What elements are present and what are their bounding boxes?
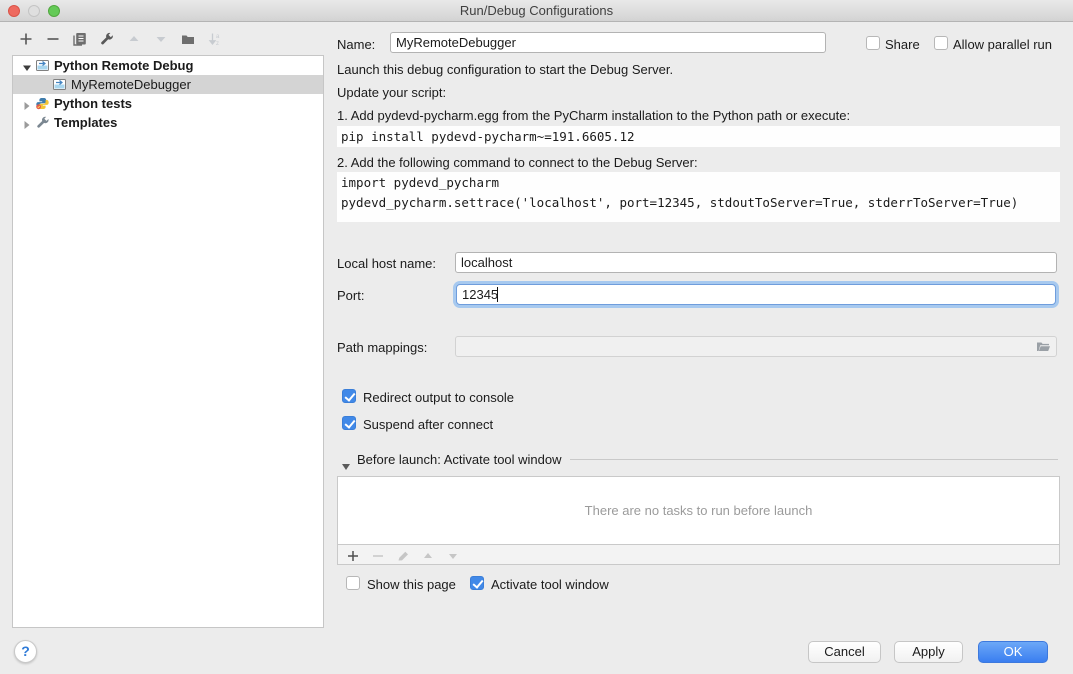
add-task-icon[interactable] (347, 549, 359, 561)
allow-parallel-run-checkbox[interactable] (934, 36, 948, 50)
collapse-arrow-icon[interactable] (22, 61, 32, 71)
show-this-page-label[interactable]: Show this page (367, 577, 456, 592)
tree-item-python-tests[interactable]: Python tests (13, 94, 323, 113)
close-window-button[interactable] (8, 5, 20, 17)
tree-item-python-remote-debug[interactable]: Python Remote Debug (13, 56, 323, 75)
port-input[interactable] (456, 284, 1056, 305)
title-bar[interactable]: Run/Debug Configurations (0, 0, 1073, 22)
expand-arrow-icon[interactable] (22, 99, 32, 109)
activate-tool-window-label[interactable]: Activate tool window (491, 577, 609, 592)
separator-line (570, 459, 1058, 460)
instruction-step-2: 2. Add the following command to connect … (337, 155, 698, 170)
minimize-window-button (28, 5, 40, 17)
before-launch-title: Before launch: Activate tool window (357, 452, 562, 467)
ok-button[interactable]: OK (978, 641, 1048, 663)
show-this-page-checkbox[interactable] (346, 576, 360, 590)
code-line-2: pydevd_pycharm.settrace('localhost', por… (341, 195, 1018, 210)
redirect-output-label[interactable]: Redirect output to console (363, 390, 514, 405)
move-down-icon (154, 32, 168, 46)
remove-task-icon (372, 549, 384, 561)
move-up-icon (127, 32, 141, 46)
tree-item-label: Python Remote Debug (54, 58, 193, 73)
collapse-arrow-icon[interactable] (342, 457, 350, 463)
tree-item-templates[interactable]: Templates (13, 113, 323, 132)
configurations-tree: Python Remote Debug MyRemoteDebugger Pyt… (12, 55, 324, 628)
path-mappings-label: Path mappings: (337, 340, 427, 355)
cancel-button[interactable]: Cancel (808, 641, 881, 663)
instruction-step-1: 1. Add pydevd-pycharm.egg from the PyCha… (337, 108, 850, 123)
tree-item-label: Templates (54, 115, 117, 130)
empty-task-message: There are no tasks to run before launch (585, 503, 813, 518)
help-button[interactable]: ? (14, 640, 37, 663)
copy-configuration-icon[interactable] (73, 32, 87, 46)
redirect-output-checkbox[interactable] (342, 389, 356, 403)
tree-item-label: MyRemoteDebugger (71, 77, 191, 92)
allow-parallel-run-label[interactable]: Allow parallel run (953, 37, 1052, 52)
instruction-line-2: Update your script: (337, 85, 446, 100)
instruction-line-1: Launch this debug configuration to start… (337, 62, 673, 77)
suspend-after-connect-label[interactable]: Suspend after connect (363, 417, 493, 432)
window-title: Run/Debug Configurations (460, 3, 613, 18)
svg-text:a: a (216, 34, 220, 40)
run-debug-configurations-dialog: Run/Debug Configurations az (0, 0, 1073, 674)
zoom-window-button[interactable] (48, 5, 60, 17)
name-input[interactable] (390, 32, 826, 53)
tree-item-label: Python tests (54, 96, 132, 111)
apply-button[interactable]: Apply (894, 641, 963, 663)
settrace-code-block: import pydevd_pycharm pydevd_pycharm.set… (337, 172, 1060, 222)
code-line-1: import pydevd_pycharm (341, 175, 499, 190)
name-label: Name: (337, 37, 375, 52)
local-host-name-label: Local host name: (337, 256, 436, 271)
share-checkbox[interactable] (866, 36, 880, 50)
sort-configurations-icon: az (208, 32, 222, 46)
suspend-after-connect-checkbox[interactable] (342, 416, 356, 430)
new-folder-icon[interactable] (181, 32, 195, 46)
edit-defaults-wrench-icon[interactable] (100, 32, 114, 46)
remove-configuration-icon[interactable] (46, 32, 60, 46)
before-launch-task-list[interactable]: There are no tasks to run before launch (337, 476, 1060, 545)
tree-indent (39, 80, 49, 90)
python-tests-icon (35, 97, 50, 110)
browse-folder-icon[interactable] (1036, 340, 1051, 353)
before-launch-header[interactable]: Before launch: Activate tool window (342, 452, 1058, 467)
add-configuration-icon[interactable] (19, 32, 33, 46)
edit-task-pencil-icon (397, 549, 409, 561)
move-task-down-icon (447, 549, 459, 561)
pip-command-code: pip install pydevd-pycharm~=191.6605.12 (337, 126, 1060, 147)
svg-text:z: z (216, 41, 219, 46)
remote-debug-icon (35, 59, 50, 72)
local-host-name-input[interactable] (455, 252, 1057, 273)
text-caret (497, 287, 498, 302)
expand-arrow-icon[interactable] (22, 118, 32, 128)
remote-debug-icon (52, 78, 67, 91)
traffic-lights (8, 5, 60, 17)
share-label[interactable]: Share (885, 37, 920, 52)
task-list-toolbar (337, 545, 1060, 565)
port-label: Port: (337, 288, 364, 303)
activate-tool-window-checkbox[interactable] (470, 576, 484, 590)
path-mappings-input[interactable] (455, 336, 1057, 357)
tree-item-myremotedebugger[interactable]: MyRemoteDebugger (13, 75, 323, 94)
templates-wrench-icon (35, 116, 50, 129)
move-task-up-icon (422, 549, 434, 561)
configurations-toolbar: az (19, 32, 222, 46)
